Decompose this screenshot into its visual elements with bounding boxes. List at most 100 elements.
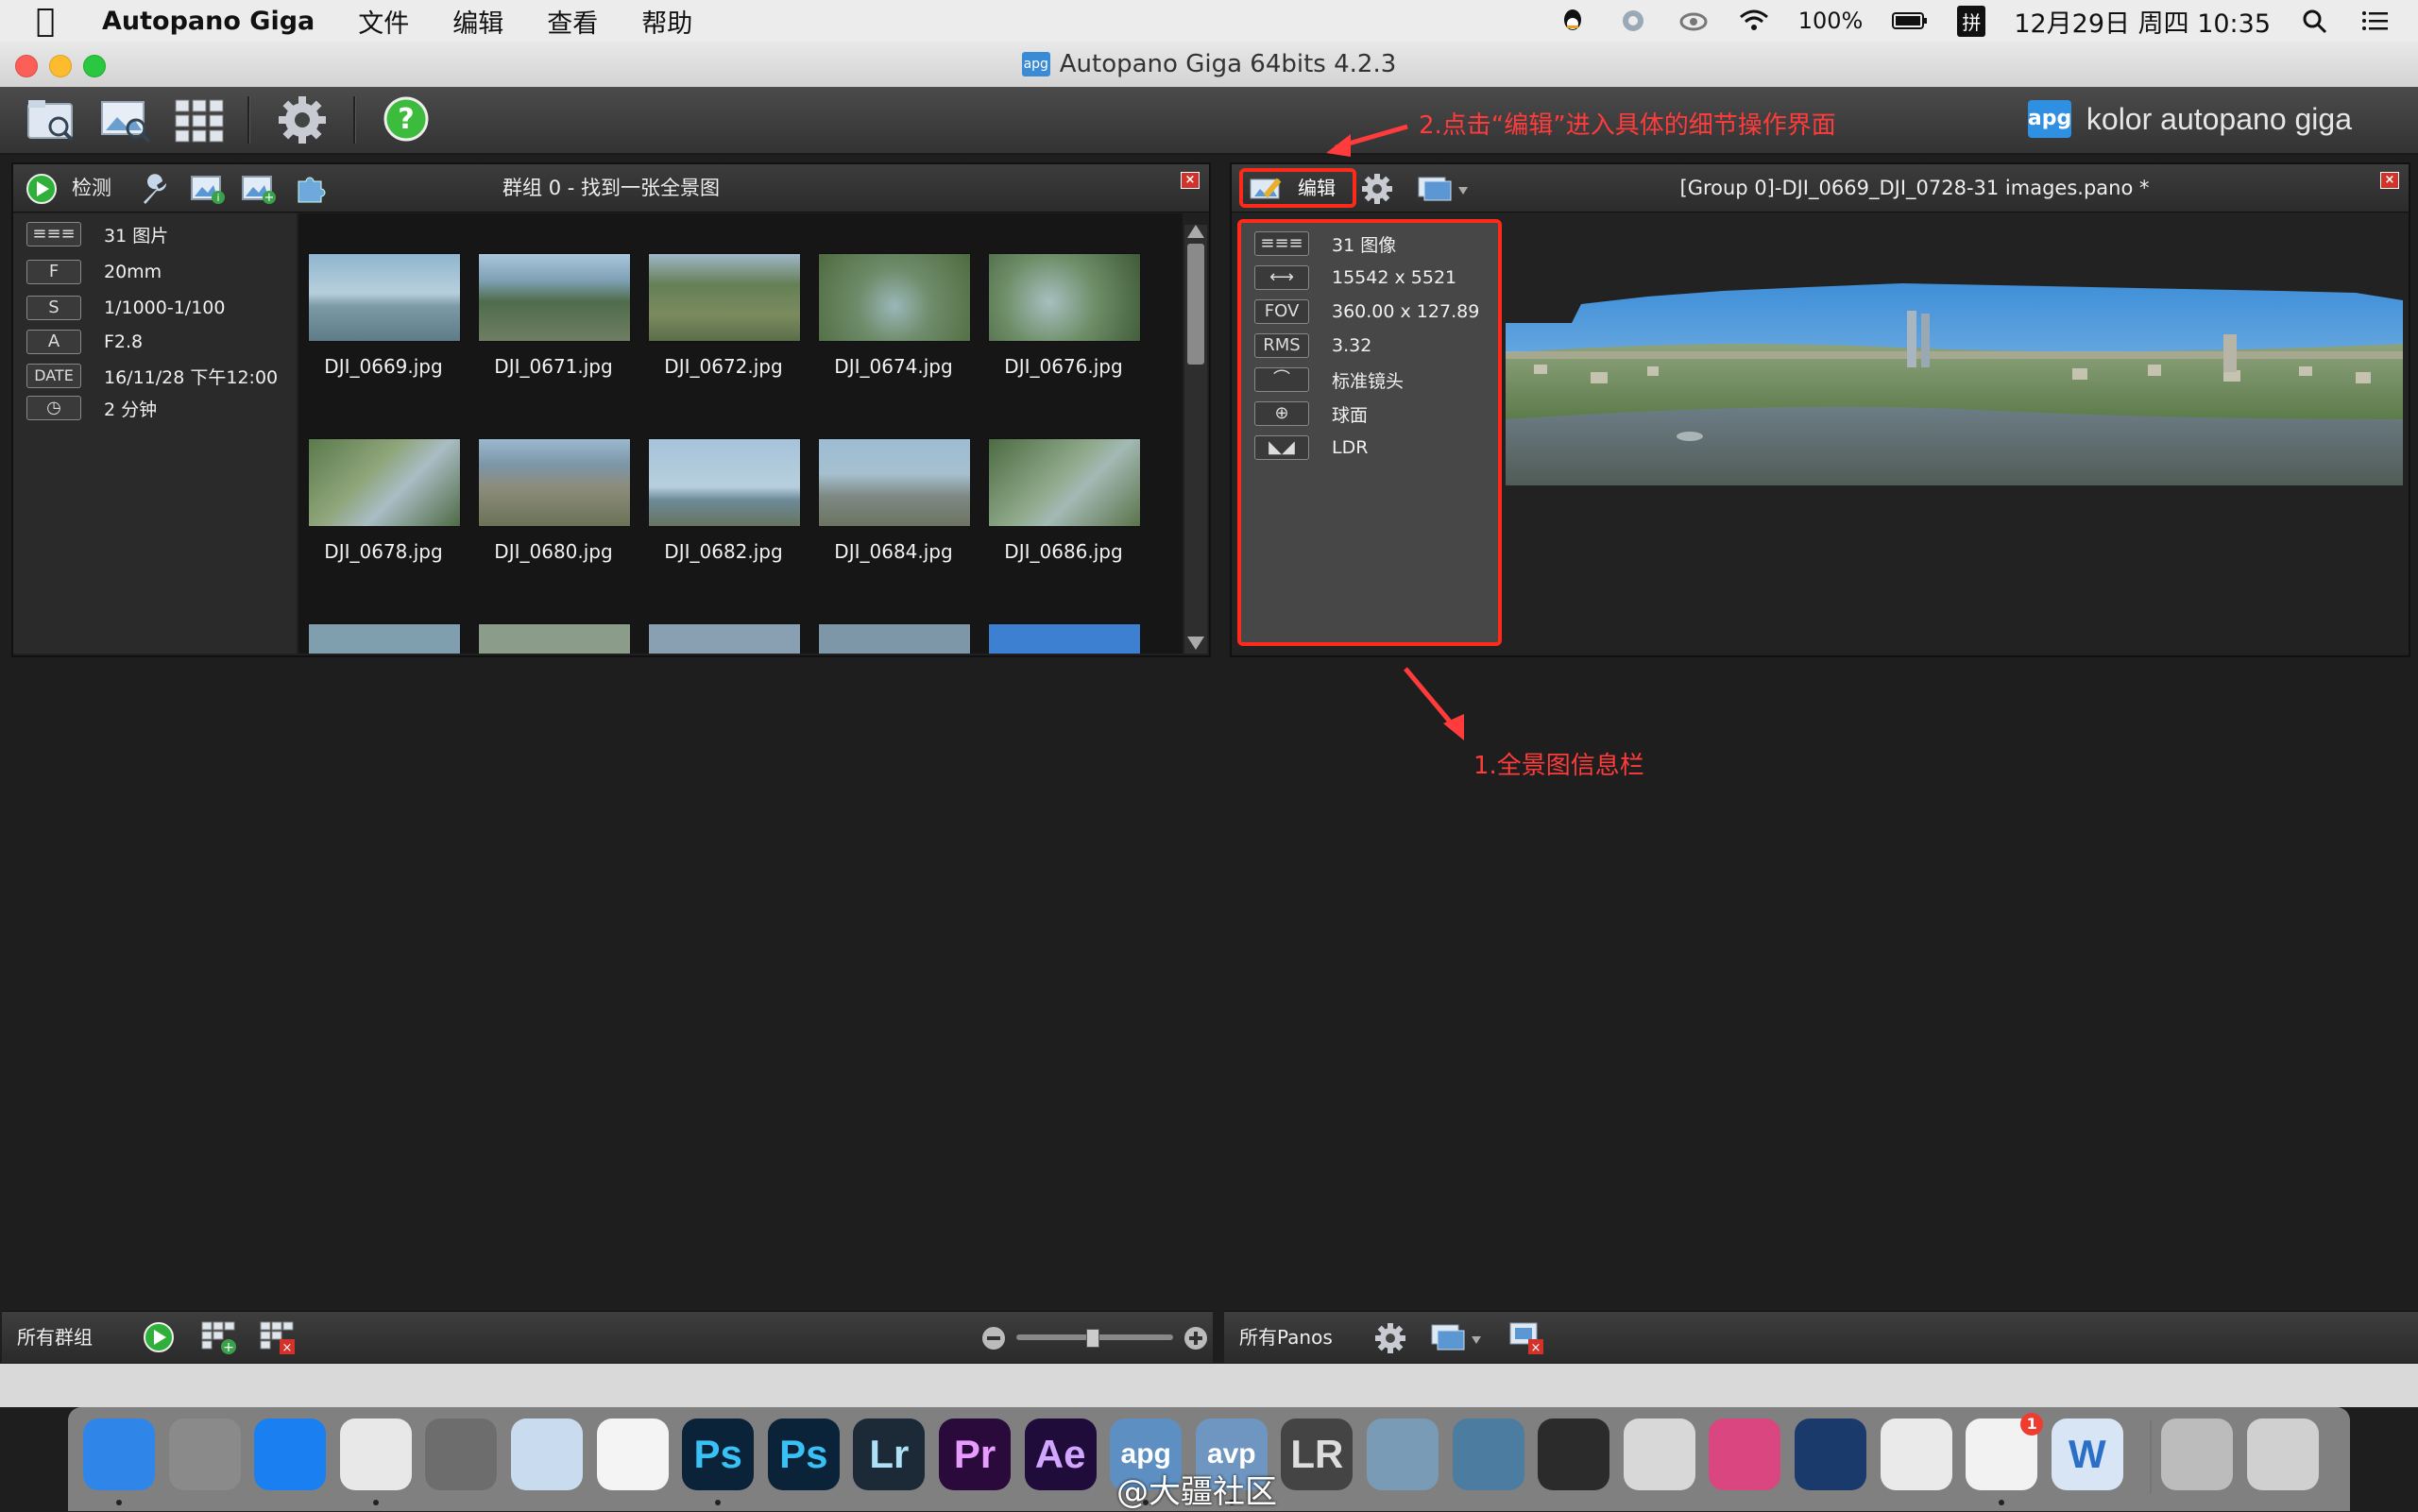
menu-edit[interactable]: 编辑 (452, 3, 503, 40)
wifi-icon[interactable] (1738, 7, 1770, 35)
scroll-down-icon[interactable] (1187, 637, 1204, 650)
aperture-icon: A (26, 330, 81, 354)
thumbnail-image[interactable] (988, 623, 1141, 654)
final-cut-icon[interactable] (1538, 1419, 1610, 1490)
wechat-icon[interactable] (1880, 1419, 1952, 1490)
images-count-icon: ≡≡≡ (26, 222, 81, 246)
pano-info-row: ⟷ 15542 x 5521 (1241, 263, 1456, 293)
thumbnail-filename: DJI_0674.jpg (834, 355, 953, 378)
photo-app-icon[interactable] (1367, 1419, 1439, 1490)
add-group-icon[interactable]: + (200, 1318, 238, 1356)
panos-settings-icon[interactable] (1371, 1319, 1409, 1357)
preview-icon[interactable] (511, 1419, 583, 1490)
window-title-bar: apg Autopano Giga 64bits 4.2.3 (0, 42, 2418, 88)
documents-folder-icon[interactable] (2161, 1419, 2234, 1490)
thumbnail-image[interactable] (478, 253, 631, 342)
thumbnail-image[interactable] (478, 438, 631, 527)
thumbnail-image[interactable] (308, 253, 461, 342)
thumbnail-image[interactable] (648, 253, 801, 342)
qq-status-icon[interactable] (1557, 7, 1589, 35)
cloud-status-icon[interactable] (1677, 7, 1710, 35)
lrtimelapse-icon[interactable]: LR (1281, 1419, 1354, 1490)
thumbnail-image[interactable] (988, 253, 1141, 342)
annotation-edit-hint: 2.点击“编辑”进入具体的细节操作界面 (1419, 111, 1836, 140)
thumbnail-image[interactable] (818, 438, 971, 527)
launchpad-icon[interactable] (168, 1419, 241, 1490)
thumbnail-image[interactable] (648, 623, 801, 654)
pano-resolution-value: 15542 x 5521 (1332, 267, 1457, 288)
dock-running-indicator (715, 1500, 722, 1505)
photos-icon[interactable] (596, 1419, 669, 1490)
settings-gear-icon[interactable] (274, 93, 331, 147)
thumbnail-image[interactable] (478, 623, 631, 654)
close-pano-panel-icon[interactable]: × (2380, 172, 2399, 189)
zoom-in-icon[interactable] (1183, 1325, 1209, 1351)
qq-icon[interactable]: 1 (1966, 1413, 2044, 1490)
menu-app-name[interactable]: Autopano Giga (102, 7, 315, 36)
chrome-icon[interactable] (339, 1419, 412, 1490)
thumbnail-scrollbar[interactable] (1184, 225, 1207, 654)
menu-clock[interactable]: 12月29日 周四 10:35 (2014, 3, 2271, 40)
thumbnail-filename: DJI_0678.jpg (324, 540, 443, 563)
zoom-slider-handle[interactable] (1086, 1329, 1099, 1348)
thumbnail-image[interactable] (308, 438, 461, 527)
compressor-icon[interactable] (1623, 1419, 1695, 1490)
photoshop-2-icon[interactable]: Ps (767, 1419, 840, 1490)
safari-icon[interactable] (254, 1419, 327, 1490)
thumbnail-filename: DJI_0669.jpg (324, 355, 443, 378)
davinci-icon[interactable] (1709, 1419, 1781, 1490)
edit-button[interactable]: 编辑 (1239, 168, 1356, 208)
word-icon[interactable]: W (2051, 1419, 2123, 1490)
trash-icon[interactable] (2247, 1419, 2319, 1490)
remove-pano-icon[interactable]: × (1507, 1318, 1545, 1356)
info-row-focal: F 20mm (13, 257, 162, 287)
thumbnail-filename: DJI_0686.jpg (1004, 540, 1123, 563)
input-method-icon[interactable]: 拼 (1957, 5, 1986, 37)
help-icon[interactable]: ? (378, 93, 434, 147)
brand-logo: apg kolor autopano giga (2027, 100, 2352, 138)
projection-icon: ⊕ (1254, 401, 1309, 426)
minimize-window-button[interactable] (49, 55, 72, 77)
zoom-out-icon[interactable] (980, 1325, 1007, 1351)
pano-info-sidebar: ≡≡≡ 31 图像 ⟷ 15542 x 5521 FOV 360.00 x 127.8… (1237, 219, 1502, 646)
thumbnail-image[interactable] (648, 438, 801, 527)
close-group-panel-icon[interactable]: × (1181, 172, 1200, 189)
open-images-icon[interactable] (98, 93, 155, 147)
thumbnail-image[interactable] (308, 623, 461, 654)
play-all-icon[interactable] (142, 1320, 176, 1354)
pano-settings-icon[interactable] (1358, 172, 1396, 206)
zoom-window-button[interactable] (83, 55, 106, 77)
finder-icon[interactable] (83, 1419, 155, 1490)
close-window-button[interactable] (15, 55, 38, 77)
scroll-thumb[interactable] (1187, 244, 1204, 365)
info-row-images: ≡≡≡ 31 图片 (13, 219, 168, 249)
zoom-slider[interactable] (1016, 1329, 1173, 1348)
photoshop-icon[interactable]: Ps (682, 1419, 755, 1490)
gear-status-icon[interactable] (1617, 7, 1649, 35)
spotlight-search-icon[interactable] (2299, 7, 2331, 35)
menu-view[interactable]: 查看 (547, 3, 598, 40)
after-effects-icon[interactable]: Ae (1024, 1419, 1097, 1490)
thumbnail-image[interactable] (818, 623, 971, 654)
pano-lens-value: 标准镜头 (1332, 370, 1405, 392)
lightroom-icon[interactable]: Lr (853, 1419, 926, 1490)
panorama-preview-image[interactable] (1506, 278, 2403, 485)
remove-group-icon[interactable]: × (259, 1318, 297, 1356)
render-dropdown-icon[interactable] (1415, 172, 1472, 206)
thumbnail-filename: DJI_0680.jpg (494, 540, 613, 563)
sketchup-icon[interactable] (1452, 1419, 1524, 1490)
scroll-up-icon[interactable] (1187, 225, 1204, 238)
system-preferences-icon[interactable] (425, 1419, 498, 1490)
menu-help[interactable]: 帮助 (641, 3, 692, 40)
notification-center-icon[interactable] (2359, 7, 2392, 35)
grid-detect-icon[interactable] (172, 93, 229, 147)
thumbnail-image[interactable] (818, 253, 971, 342)
open-folder-icon[interactable] (23, 93, 79, 147)
apple-menu-icon[interactable]:  (36, 2, 66, 40)
premiere-icon[interactable]: Pr (939, 1419, 1011, 1490)
quicktime-icon[interactable] (1795, 1419, 1866, 1490)
thumbnail-image[interactable] (988, 438, 1141, 527)
menu-file[interactable]: 文件 (358, 3, 409, 40)
battery-icon[interactable] (1891, 7, 1929, 35)
render-all-icon[interactable] (1428, 1319, 1489, 1357)
